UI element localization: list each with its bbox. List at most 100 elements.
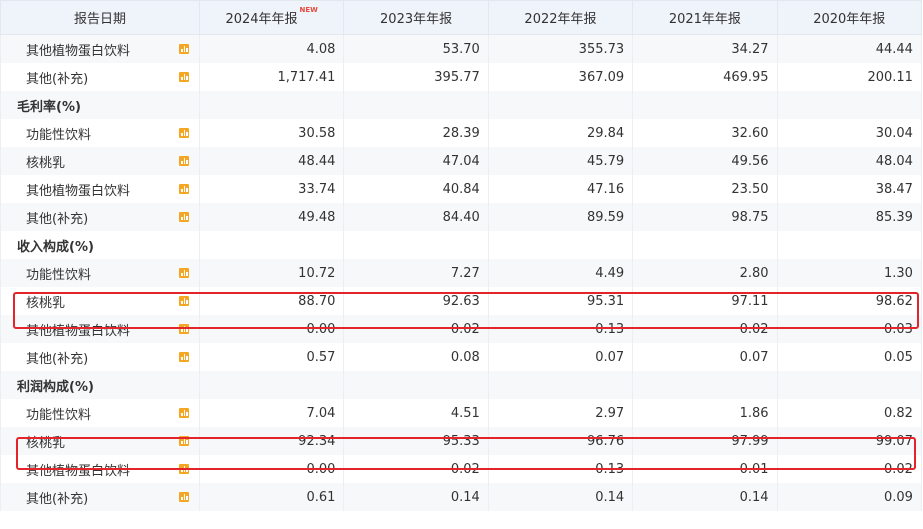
value-cell: 23.50: [632, 175, 778, 203]
table-body: 其他植物蛋白饮料 4.08 53.70 355.73 34.27 44.44 其他(补充) 1…: [0, 34, 922, 511]
row-label-text: 其他(补充): [26, 211, 89, 227]
value-cell: 88.70: [199, 287, 345, 315]
value-cell: 0.00: [199, 315, 345, 343]
value-cell: 4.51: [343, 399, 489, 427]
value-cell: [632, 231, 778, 259]
table-row: 其他植物蛋白饮料 33.74 40.84 47.16 23.50 38.47: [0, 175, 922, 203]
value-cell: 0.07: [488, 343, 634, 371]
row-label: 其他植物蛋白饮料: [0, 175, 200, 203]
value-cell: 99.07: [777, 427, 922, 455]
bar-chart-icon[interactable]: [179, 128, 189, 138]
value-cell: 4.49: [488, 259, 634, 287]
value-cell: 1,717.41: [199, 63, 345, 91]
row-label-text: 其他植物蛋白饮料: [26, 183, 131, 199]
section-row: 毛利率(%): [0, 91, 922, 119]
value-cell: 7.04: [199, 399, 345, 427]
row-label: 功能性饮料: [0, 119, 200, 147]
row-label: 其他(补充): [0, 343, 200, 371]
value-cell: [632, 371, 778, 399]
header-report-date: 报告日期: [0, 0, 200, 35]
value-cell: [632, 91, 778, 119]
bar-chart-icon[interactable]: [179, 492, 189, 502]
value-cell: 49.48: [199, 203, 345, 231]
bar-chart-icon[interactable]: [179, 408, 189, 418]
header-row: 报告日期 2024年年报NEW 2023年年报 2022年年报 2021年年报 …: [0, 0, 922, 35]
header-year-2021[interactable]: 2021年年报: [632, 0, 778, 35]
row-label: 核桃乳: [0, 427, 200, 455]
table-row: 其他植物蛋白饮料 0.00 0.02 0.13 0.01 0.02: [0, 455, 922, 483]
table-row: 功能性饮料 7.04 4.51 2.97 1.86 0.82: [0, 399, 922, 427]
bar-chart-icon[interactable]: [179, 324, 189, 334]
row-label: 其他植物蛋白饮料: [0, 34, 200, 63]
row-label-text: 其他(补充): [26, 71, 89, 87]
row-label: 其他植物蛋白饮料: [0, 455, 200, 483]
section-row: 利润构成(%): [0, 371, 922, 399]
value-cell: 89.59: [488, 203, 634, 231]
bar-chart-icon[interactable]: [179, 44, 189, 54]
value-cell: 0.82: [777, 399, 922, 427]
bar-chart-icon[interactable]: [179, 436, 189, 446]
table-row: 其他(补充) 0.57 0.08 0.07 0.07 0.05: [0, 343, 922, 371]
table-row: 其他(补充) 49.48 84.40 89.59 98.75 85.39: [0, 203, 922, 231]
row-label-text: 核桃乳: [26, 155, 66, 171]
table-row: 其他植物蛋白饮料 4.08 53.70 355.73 34.27 44.44: [0, 34, 922, 63]
value-cell: 0.05: [777, 343, 922, 371]
value-cell: 200.11: [777, 63, 922, 91]
value-cell: [343, 231, 489, 259]
value-cell: 0.57: [199, 343, 345, 371]
bar-chart-icon[interactable]: [179, 296, 189, 306]
value-cell: 469.95: [632, 63, 778, 91]
value-cell: [488, 91, 634, 119]
value-cell: 355.73: [488, 34, 634, 63]
bar-chart-icon[interactable]: [179, 268, 189, 278]
value-cell: [199, 231, 345, 259]
header-year-2023[interactable]: 2023年年报: [343, 0, 489, 35]
financial-table: 报告日期 2024年年报NEW 2023年年报 2022年年报 2021年年报 …: [0, 0, 922, 511]
row-label-text: 核桃乳: [26, 435, 66, 451]
row-label-text: 其他(补充): [26, 351, 89, 367]
value-cell: 0.14: [488, 483, 634, 511]
value-cell: 49.56: [632, 147, 778, 175]
bar-chart-icon[interactable]: [179, 212, 189, 222]
header-year-2022[interactable]: 2022年年报: [487, 0, 634, 35]
table-row: 其他(补充) 1,717.41 395.77 367.09 469.95 200.11: [0, 63, 922, 91]
section-row: 收入构成(%): [0, 231, 922, 259]
bar-chart-icon[interactable]: [179, 352, 189, 362]
value-cell: 98.62: [777, 287, 922, 315]
value-cell: 33.74: [199, 175, 345, 203]
section-label: 收入构成(%): [0, 231, 200, 259]
value-cell: 7.27: [343, 259, 489, 287]
value-cell: [777, 371, 922, 399]
value-cell: 1.86: [632, 399, 778, 427]
value-cell: 395.77: [343, 63, 489, 91]
value-cell: [777, 231, 922, 259]
value-cell: 0.07: [632, 343, 778, 371]
value-cell: 96.76: [488, 427, 634, 455]
value-cell: 0.02: [777, 455, 922, 483]
value-cell: 2.97: [488, 399, 634, 427]
value-cell: [488, 231, 634, 259]
value-cell: [343, 91, 489, 119]
value-cell: 0.61: [199, 483, 345, 511]
value-cell: [199, 91, 345, 119]
value-cell: 97.99: [632, 427, 778, 455]
bar-chart-icon[interactable]: [179, 184, 189, 194]
table-row: 核桃乳 88.70 92.63 95.31 97.11 98.62: [0, 287, 922, 315]
value-cell: 29.84: [488, 119, 634, 147]
bar-chart-icon[interactable]: [179, 156, 189, 166]
value-cell: 48.44: [199, 147, 345, 175]
header-year-2020[interactable]: 2020年年报: [776, 0, 922, 35]
value-cell: 4.08: [199, 34, 345, 63]
row-label-text: 功能性饮料: [26, 267, 92, 283]
header-year-2024[interactable]: 2024年年报NEW: [198, 0, 345, 35]
value-cell: 32.60: [632, 119, 778, 147]
value-cell: 0.14: [632, 483, 778, 511]
value-cell: 30.58: [199, 119, 345, 147]
value-cell: 0.13: [488, 455, 634, 483]
bar-chart-icon[interactable]: [179, 464, 189, 474]
table-row: 其他(补充) 0.61 0.14 0.14 0.14 0.09: [0, 483, 922, 511]
row-label: 其他(补充): [0, 483, 200, 511]
bar-chart-icon[interactable]: [179, 72, 189, 82]
value-cell: 10.72: [199, 259, 345, 287]
value-cell: 45.79: [488, 147, 634, 175]
